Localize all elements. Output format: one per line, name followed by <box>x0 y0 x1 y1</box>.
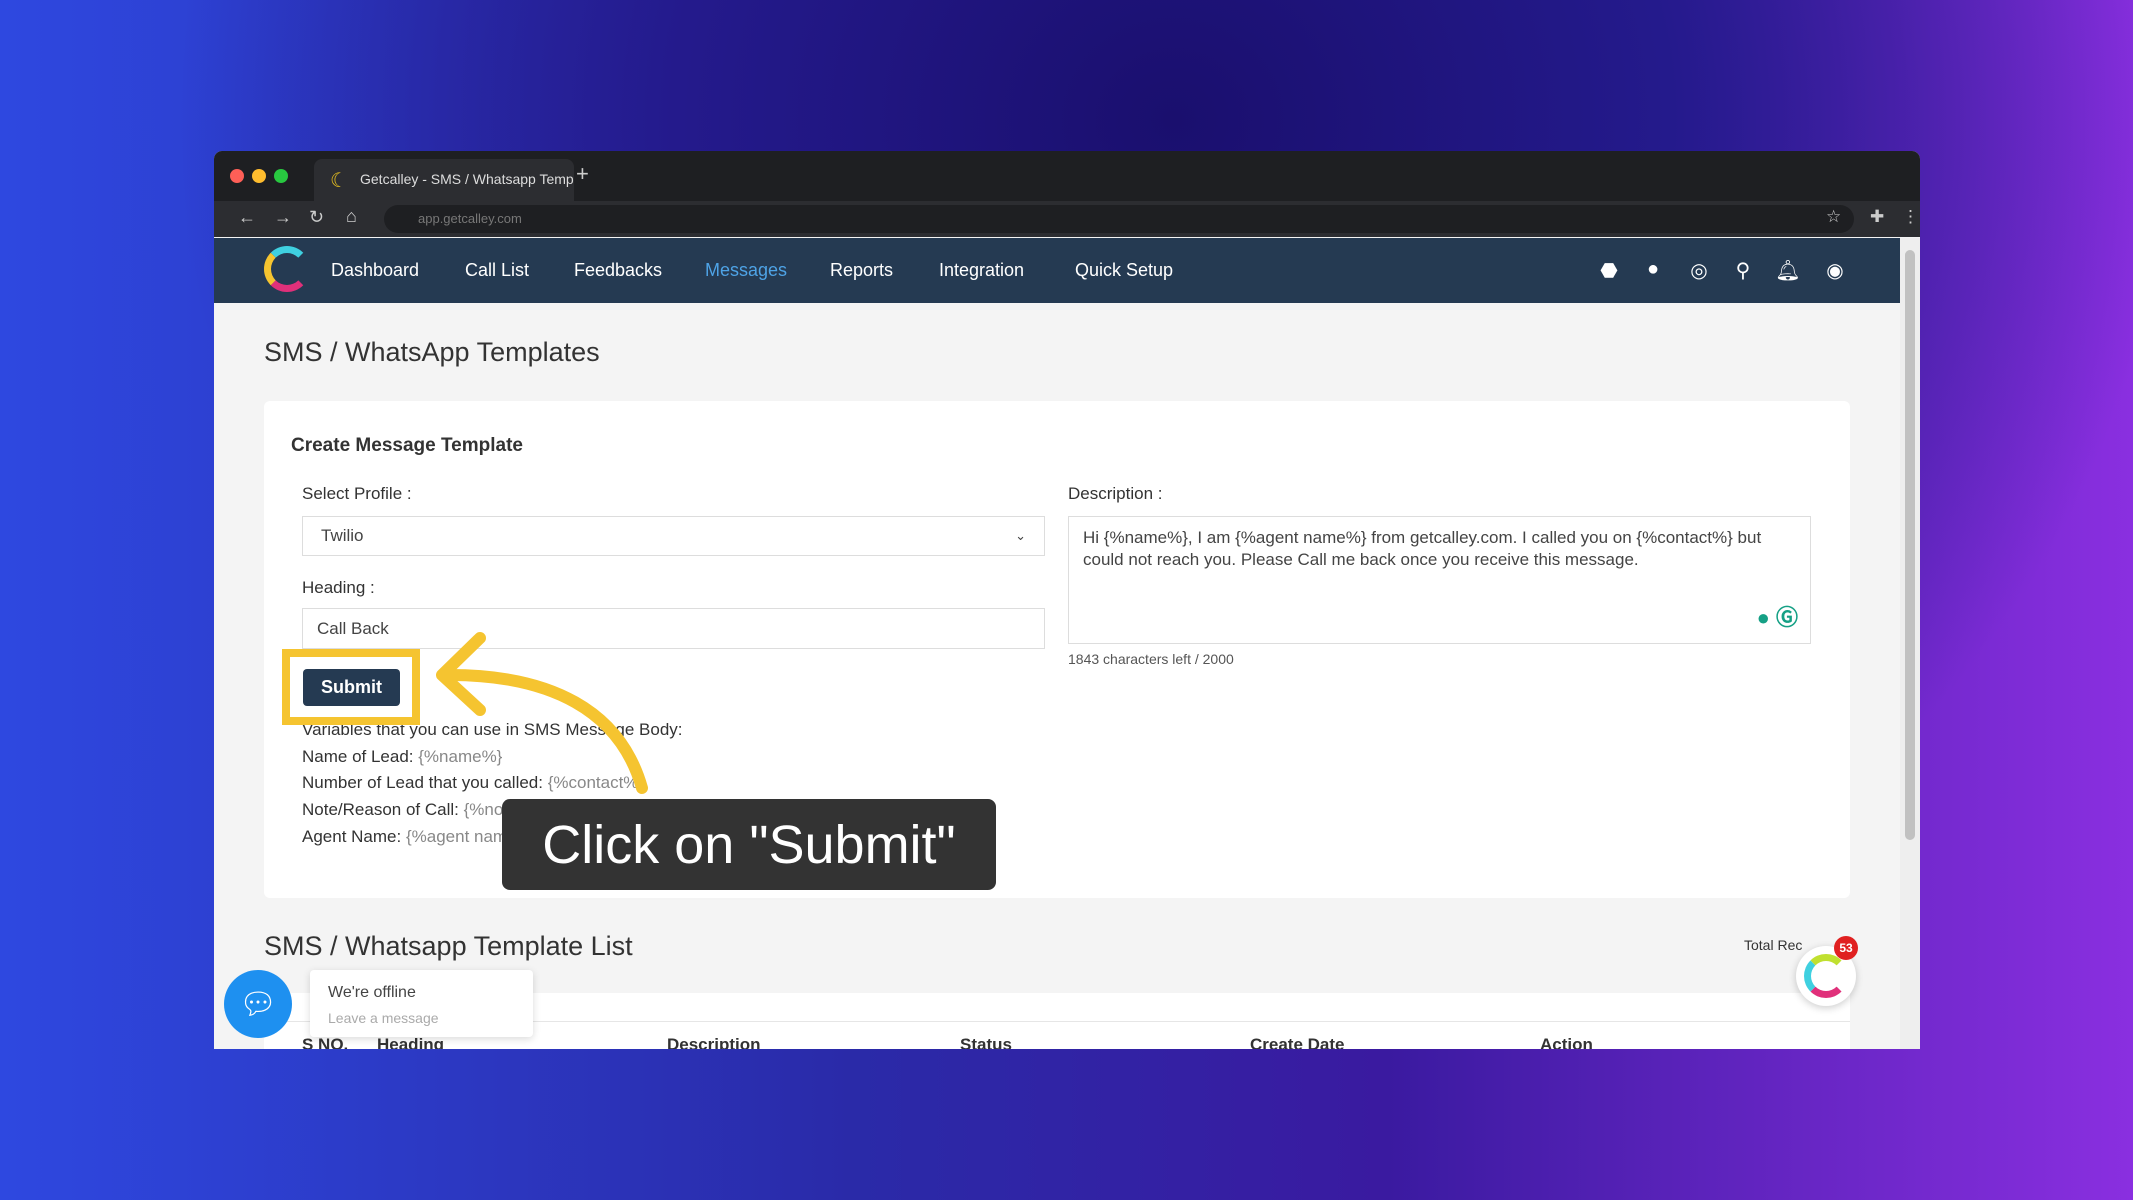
description-label: Description : <box>1068 484 1163 503</box>
callout-arrow <box>436 632 648 794</box>
variable-notes-label: Note/Reason of Call: <box>302 800 464 819</box>
chat-status: We're offline <box>328 984 416 1001</box>
heading-label: Heading : <box>302 578 375 597</box>
chat-widget-button[interactable]: 💬︎ <box>224 970 292 1038</box>
description-textarea[interactable]: Hi {%name%}, I am {%agent name%} from ge… <box>1068 516 1811 644</box>
calley-widget-logo <box>1804 954 1848 998</box>
callout-tooltip: Click on "Submit" <box>502 799 996 890</box>
grammarly-icon[interactable]: ● Ⓖ <box>1757 607 1798 629</box>
total-records: Total Rec <box>1744 937 1803 953</box>
nav-call-list[interactable]: Call List <box>465 260 529 281</box>
chat-status-popup[interactable]: We're offline Leave a message <box>310 970 533 1037</box>
nav-messages[interactable]: Messages <box>705 260 787 281</box>
heading-input[interactable]: Call Back <box>302 608 1045 649</box>
nav-dashboard[interactable]: Dashboard <box>331 260 419 281</box>
apple-icon[interactable]: ● <box>1640 258 1666 281</box>
url-field[interactable]: app.getcalley.com <box>384 205 1854 233</box>
variable-agent-label: Agent Name: <box>302 827 406 846</box>
char-count: 1843 characters left / 2000 <box>1068 651 1234 667</box>
col-sno: S NO. <box>302 1035 349 1049</box>
user-icon[interactable]: ◉ <box>1822 258 1848 283</box>
home-icon[interactable]: ⌂ <box>346 206 357 227</box>
nav-feedbacks[interactable]: Feedbacks <box>574 260 662 281</box>
nav-reports[interactable]: Reports <box>830 260 893 281</box>
form-title: Create Message Template <box>291 435 523 456</box>
page-scrollbar[interactable] <box>1900 238 1920 1049</box>
support-icon[interactable]: ◎ <box>1686 258 1712 283</box>
col-heading: Heading <box>377 1035 445 1049</box>
notification-badge: 53 <box>1834 936 1858 960</box>
bell-icon[interactable]: 🔔︎ <box>1775 258 1801 283</box>
minimize-window-button[interactable] <box>252 169 266 183</box>
profile-label: Select Profile : <box>302 484 412 503</box>
variable-name-label: Name of Lead: <box>302 747 419 766</box>
tab-bar: ☾ Getcalley - SMS / Whatsapp Temp + <box>214 151 1920 201</box>
search-icon[interactable]: ⚲ <box>1730 258 1756 283</box>
browser-window: ☾ Getcalley - SMS / Whatsapp Temp + ← → ↻… <box>214 151 1920 1049</box>
close-window-button[interactable] <box>230 169 244 183</box>
new-tab-button[interactable]: + <box>576 161 589 187</box>
android-icon[interactable]: ⬣ <box>1596 258 1622 283</box>
highlight-box <box>282 649 420 725</box>
bookmark-star-icon[interactable]: ☆ <box>1826 207 1841 227</box>
page-title: SMS / WhatsApp Templates <box>264 337 600 367</box>
url-text: app.getcalley.com <box>418 211 522 226</box>
list-title: SMS / Whatsapp Template List <box>264 931 633 961</box>
app-navbar: Dashboard Call List Feedbacks Messages R… <box>214 238 1900 303</box>
nav-integration[interactable]: Integration <box>939 260 1024 281</box>
calley-logo[interactable] <box>264 246 310 292</box>
forward-icon[interactable]: → <box>274 207 292 228</box>
browser-tab[interactable]: ☾ Getcalley - SMS / Whatsapp Temp <box>314 159 574 201</box>
description-value: Hi {%name%}, I am {%agent name%} from ge… <box>1083 528 1762 569</box>
maximize-window-button[interactable] <box>274 169 288 183</box>
chat-sub: Leave a message <box>328 1010 439 1026</box>
arrow-curve <box>444 669 648 794</box>
col-status: Status <box>960 1035 1012 1049</box>
extensions-icon[interactable]: ✚ <box>1870 207 1884 227</box>
menu-icon[interactable]: ⋮ <box>1902 207 1919 227</box>
heading-value: Call Back <box>317 618 389 638</box>
calley-logo-icon: ☾ <box>330 170 348 192</box>
chevron-down-icon: ⌄ <box>1015 528 1026 543</box>
col-description: Description <box>667 1035 761 1049</box>
nav-quick-setup[interactable]: Quick Setup <box>1075 260 1173 281</box>
profile-value: Twilio <box>321 526 364 545</box>
address-bar-row: ← → ↻ ⌂ app.getcalley.com ☆ ✚ ⋮ <box>214 201 1920 237</box>
reload-icon[interactable]: ↻ <box>309 207 324 228</box>
profile-select[interactable]: Twilio ⌄ <box>302 516 1045 556</box>
scrollbar-thumb[interactable] <box>1905 250 1915 840</box>
back-icon[interactable]: ← <box>238 207 256 228</box>
col-action: Action <box>1540 1035 1593 1049</box>
col-create-date: Create Date <box>1250 1035 1345 1049</box>
chat-icon: 💬︎ <box>238 987 278 1021</box>
calley-widget[interactable]: 53 <box>1796 936 1858 1006</box>
tab-title: Getcalley - SMS / Whatsapp Temp <box>360 171 574 187</box>
